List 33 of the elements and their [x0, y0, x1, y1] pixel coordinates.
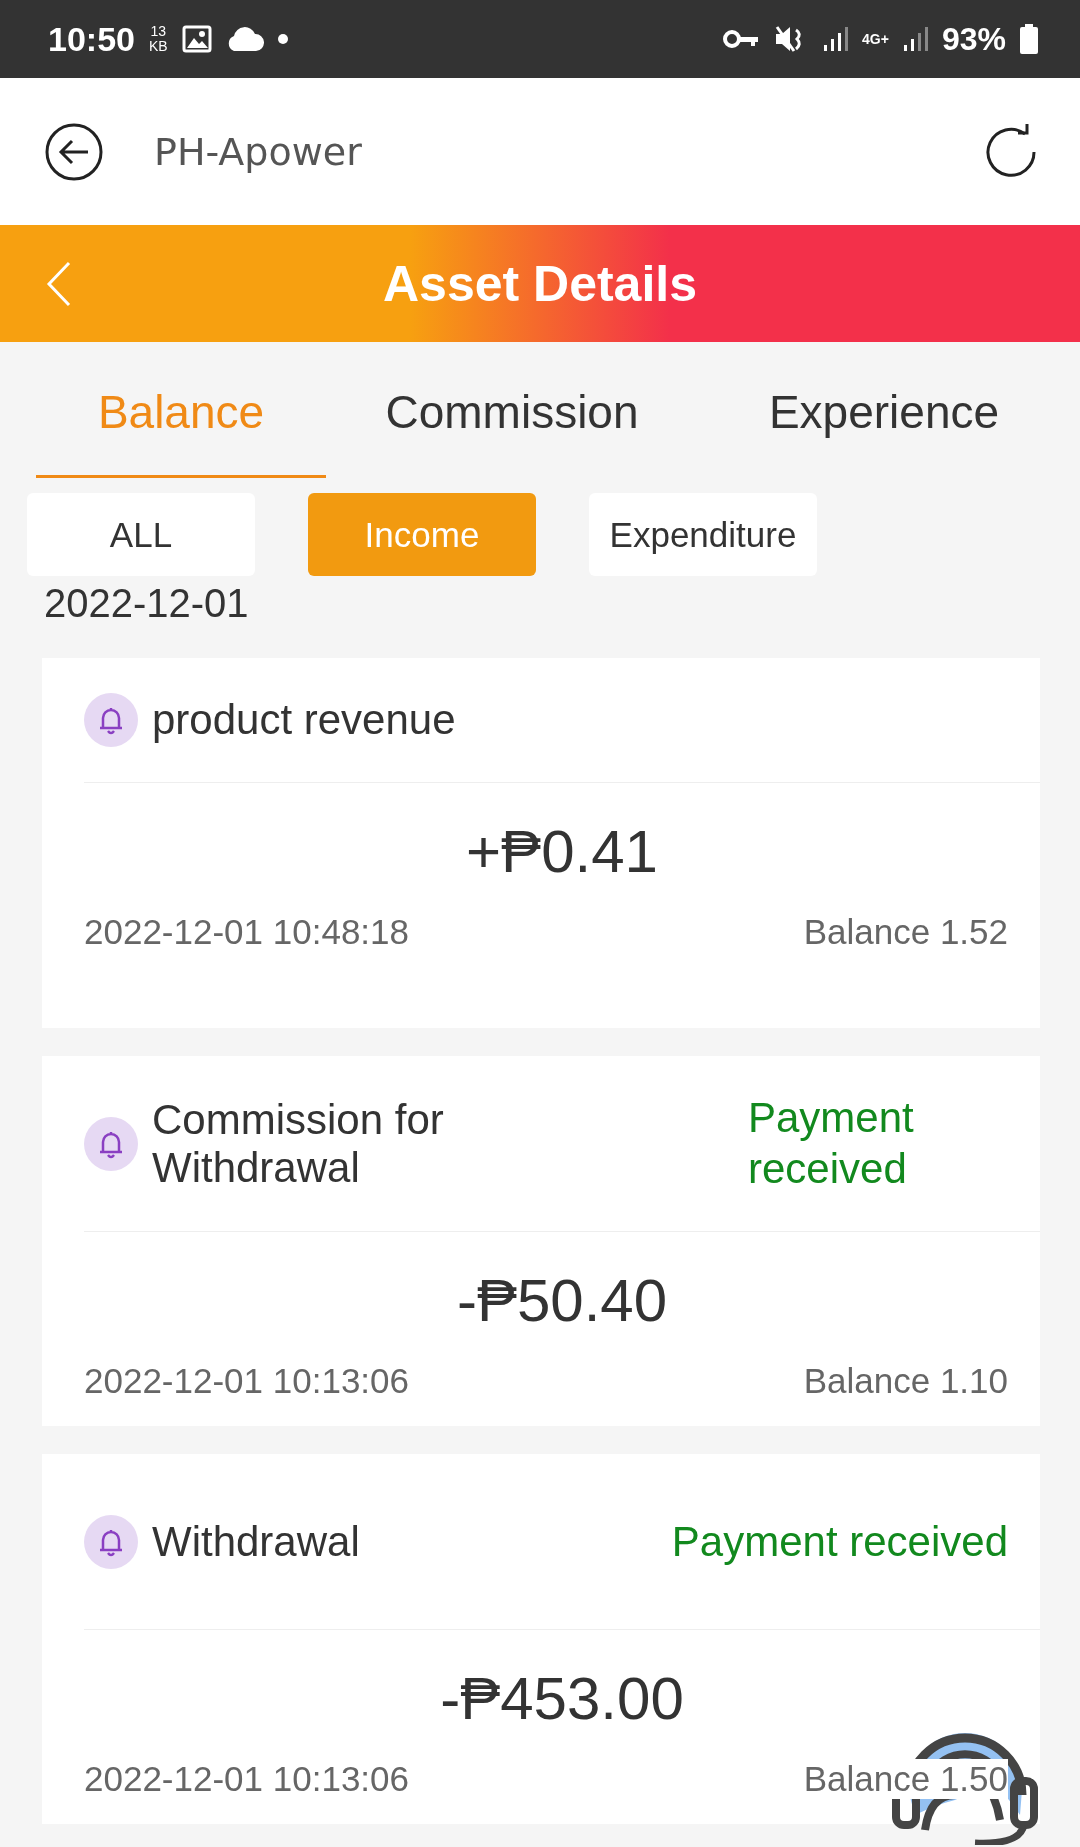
signal-icon [821, 25, 848, 53]
tab[interactable]: Experience [698, 342, 1070, 478]
battery-level: 93% [941, 20, 1006, 58]
dot-icon [277, 34, 288, 44]
record-time: 2022-12-01 10:13:06 [84, 1361, 409, 1401]
record-title: Withdrawal [152, 1517, 360, 1566]
record-status: Payment received [671, 1517, 1008, 1566]
record-amount: -₱453.00 [439, 1664, 685, 1733]
record-title: product revenue [152, 696, 457, 744]
image-icon [181, 25, 212, 53]
key-icon [721, 28, 760, 50]
signal-icon [901, 25, 928, 53]
battery-icon [1020, 24, 1038, 54]
date-heading: 2022-12-01 [44, 580, 250, 626]
record-title: Commission for Withdrawal [152, 1095, 445, 1192]
tab[interactable]: Commission [326, 342, 698, 478]
filter-button[interactable]: ALL [27, 493, 255, 576]
record-amount: -₱50.40 [455, 1266, 669, 1335]
record-time: 2022-12-01 10:48:18 [84, 912, 409, 952]
record-amount: +₱0.41 [465, 817, 659, 886]
page-title: Asset Details [382, 254, 697, 313]
record-time: 2022-12-01 10:13:06 [84, 1759, 409, 1799]
bell-icon [84, 1116, 138, 1171]
clock: 10:50 [48, 19, 135, 59]
data-rate: 13 KB [148, 24, 168, 54]
filter-button[interactable]: Expenditure [589, 493, 817, 576]
bell-icon [84, 1514, 138, 1569]
back-icon[interactable] [44, 121, 104, 182]
bell-icon [84, 693, 138, 747]
network-type: 4G+ [861, 32, 888, 46]
app-title: PH-Apower [154, 129, 362, 174]
record-status: Payment received [748, 1093, 915, 1194]
record-balance: Balance 1.50 [803, 1759, 1008, 1799]
